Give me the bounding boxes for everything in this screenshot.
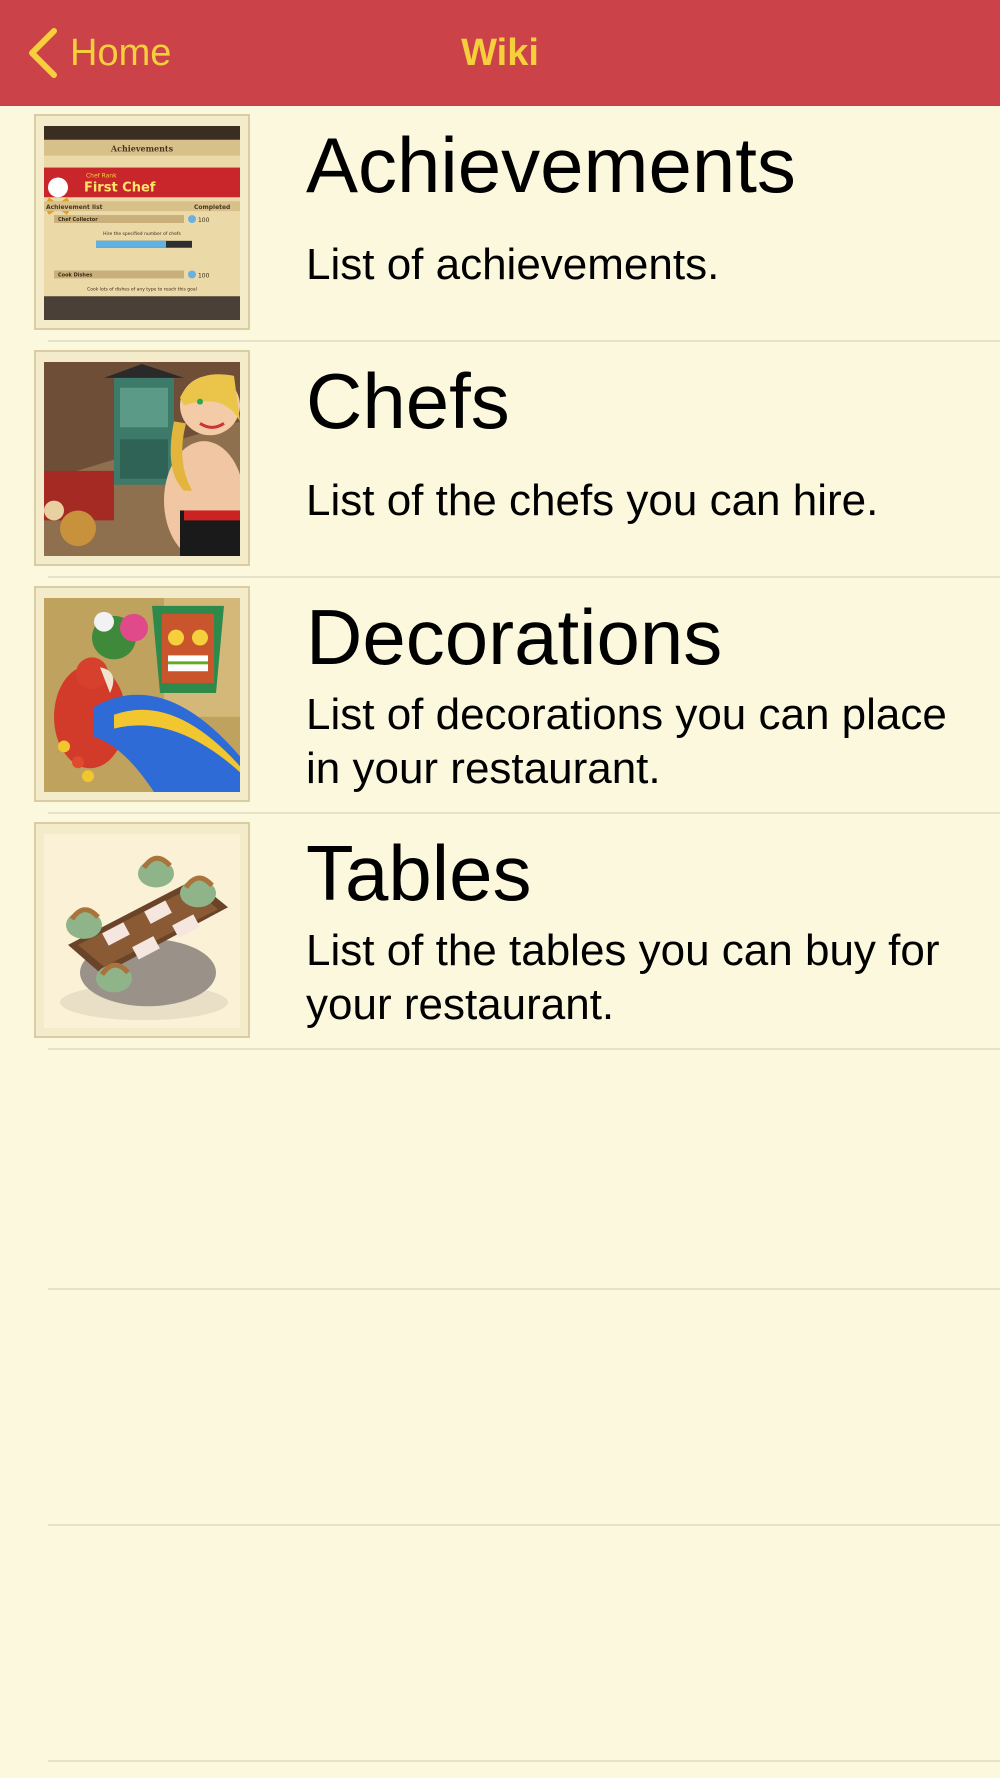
item-description: List of the tables you can buy for your … <box>306 926 940 1029</box>
thumb-rank-label: Chef Rank <box>86 172 117 179</box>
thumb-list-header: Achievement list <box>46 204 103 211</box>
list-item-tables[interactable]: Tables List of the tables you can buy fo… <box>0 814 1000 1050</box>
empty-row-divider <box>48 1288 1000 1290</box>
thumb-banner: First Chef <box>84 180 156 195</box>
item-description: List of decorations you can place in you… <box>306 690 947 793</box>
row-divider <box>48 1048 1000 1050</box>
thumb-entry-2-value: 100 <box>198 272 210 279</box>
tables-thumbnail <box>34 822 250 1038</box>
empty-row-divider <box>48 1524 1000 1526</box>
navigation-bar: Home Wiki <box>0 0 1000 106</box>
item-description: List of achievements. <box>306 240 720 289</box>
thumb-entry-2-hint: Cook lots of dishes of any type to reach… <box>87 286 197 292</box>
item-description: List of the chefs you can hire. <box>306 476 879 525</box>
thumb-entry-1-hint: Hire the specified number of chefs <box>103 231 181 237</box>
thumb-entry-1-value: 100 <box>198 217 210 224</box>
chefs-thumbnail <box>34 350 250 566</box>
thumb-completed-header: Completed <box>194 204 230 211</box>
thumb-entry-2: Cook Dishes <box>58 272 92 278</box>
list-item-achievements[interactable]: Achievements Chef Rank First Chef Achiev… <box>0 106 1000 342</box>
thumb-header-label: Achievements <box>110 145 174 154</box>
achievements-thumbnail: Achievements Chef Rank First Chef Achiev… <box>34 114 250 330</box>
page-title: Wiki <box>461 32 539 74</box>
list-item-decorations[interactable]: Decorations List of decorations you can … <box>0 578 1000 814</box>
list-item-chefs[interactable]: Chefs List of the chefs you can hire. <box>0 342 1000 578</box>
decorations-thumbnail <box>34 586 250 802</box>
item-title: Tables <box>306 829 532 917</box>
item-title: Decorations <box>306 593 723 681</box>
thumb-entry-1: Chef Collector <box>58 217 98 223</box>
empty-row-divider <box>48 1760 1000 1762</box>
item-title: Chefs <box>306 357 510 445</box>
item-title: Achievements <box>306 121 796 209</box>
